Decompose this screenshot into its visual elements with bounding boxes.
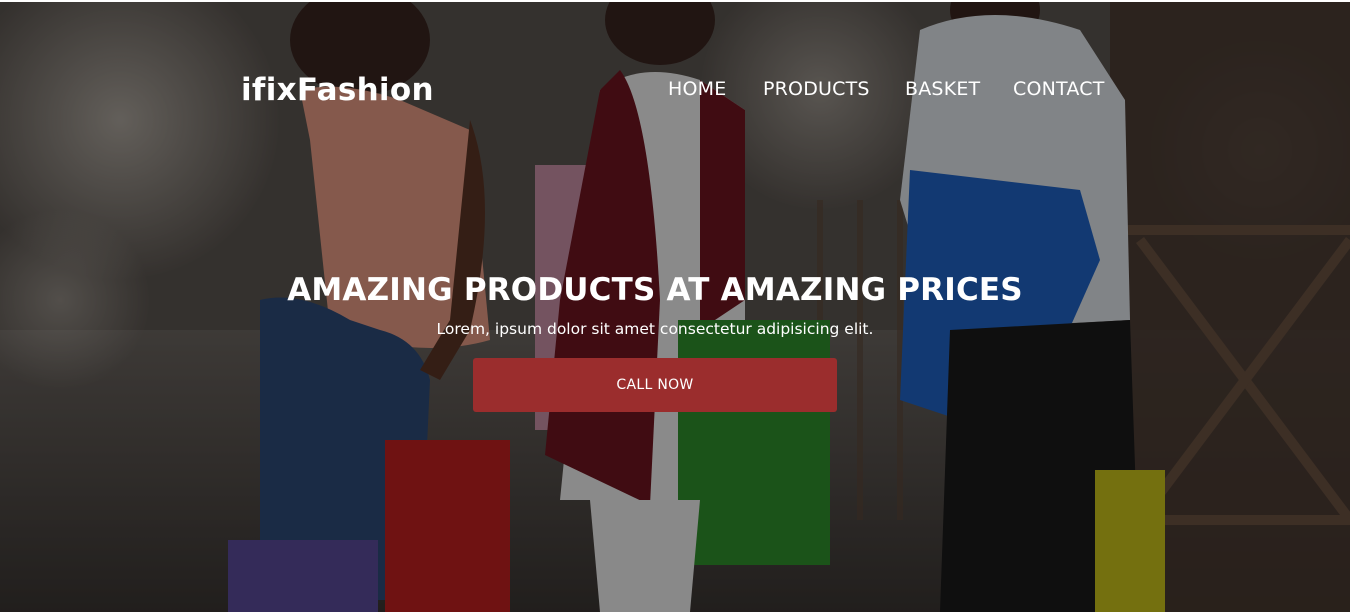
nav-link-basket[interactable]: BASKET	[905, 78, 980, 100]
call-now-button[interactable]: CALL NOW	[473, 358, 837, 412]
nav-link-products[interactable]: PRODUCTS	[763, 78, 870, 100]
main-nav: HOME PRODUCTS BASKET CONTACT	[0, 78, 1350, 104]
hero-subtext: Lorem, ipsum dolor sit amet consectetur …	[436, 320, 874, 338]
nav-link-contact[interactable]: CONTACT	[1013, 78, 1105, 100]
hero-headline: AMAZING PRODUCTS AT AMAZING PRICES	[287, 272, 1023, 308]
nav-link-home[interactable]: HOME	[668, 78, 726, 100]
top-border-line	[0, 0, 1350, 2]
